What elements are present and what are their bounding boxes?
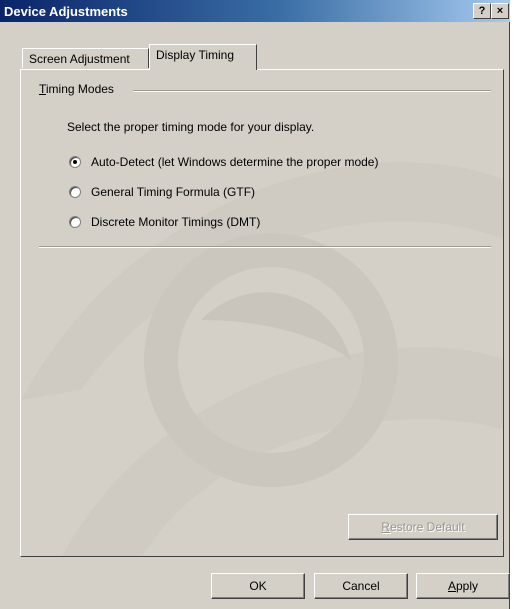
radio-label[interactable]: Discrete Monitor Timings (DMT) — [91, 214, 260, 230]
tab-label: Screen Adjustment — [29, 52, 130, 66]
radio-selected-dot — [73, 160, 77, 164]
radio-label[interactable]: Auto-Detect (let Windows determine the p… — [91, 154, 378, 170]
title-bar[interactable]: Device Adjustments ? × — [0, 0, 510, 22]
radio-button-icon[interactable] — [69, 156, 81, 168]
radio-button-icon[interactable] — [69, 216, 81, 228]
ok-button[interactable]: OK — [211, 573, 305, 599]
close-icon: × — [496, 5, 504, 17]
radio-label[interactable]: General Timing Formula (GTF) — [91, 184, 255, 200]
close-button[interactable]: × — [491, 3, 509, 19]
tab-label: Display Timing — [156, 48, 235, 62]
cancel-button[interactable]: Cancel — [314, 573, 408, 599]
tab-screen-adjustment[interactable]: Screen Adjustment — [22, 48, 149, 68]
timing-modes-group-label: Timing Modes — [39, 82, 114, 96]
group-divider — [133, 90, 491, 92]
section-separator — [39, 246, 491, 248]
window-title: Device Adjustments — [4, 4, 128, 19]
device-adjustments-dialog: Device Adjustments ? × Screen Adjustment… — [0, 0, 510, 609]
tab-display-timing[interactable]: Display Timing — [149, 44, 257, 70]
question-mark-icon: ? — [478, 5, 486, 17]
eye-logo-watermark — [21, 162, 503, 556]
tab-panel-display-timing: Timing Modes Select the proper timing mo… — [20, 69, 504, 557]
timing-instruction: Select the proper timing mode for your d… — [67, 120, 315, 134]
help-button[interactable]: ? — [473, 3, 491, 19]
restore-default-button[interactable]: Restore Default — [348, 514, 498, 540]
apply-button[interactable]: Apply — [416, 573, 510, 599]
radio-button-icon[interactable] — [69, 186, 81, 198]
